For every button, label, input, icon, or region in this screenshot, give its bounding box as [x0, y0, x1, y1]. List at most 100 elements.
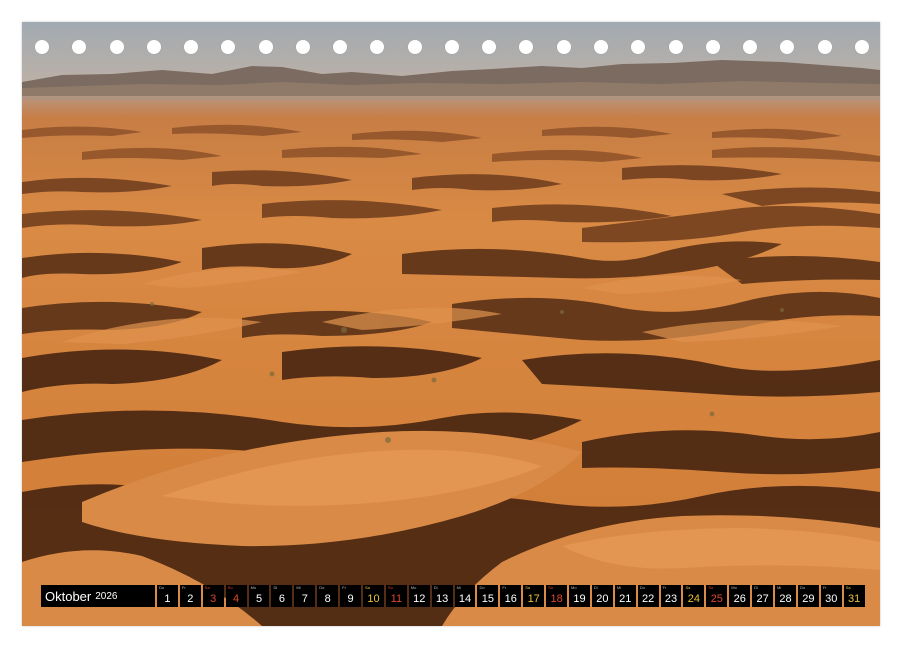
day-cell: Sa 24 [683, 585, 705, 607]
calendar-strip: Oktober 2026 Do 1 Fr 2 Sa 3 So 4 Mo 5 Di 6 Mi 7 Do 8 Fr 9… [41, 585, 865, 607]
day-number: 27 [756, 593, 769, 605]
day-number: 24 [687, 593, 701, 605]
binding-hole [406, 39, 423, 55]
month-name: Oktober [45, 588, 92, 604]
binding-hole [443, 39, 460, 55]
day-of-week: Sa [525, 585, 531, 590]
day-of-week: So [387, 585, 393, 590]
day-cell: Mo 5 [248, 585, 270, 607]
day-number: 11 [390, 593, 403, 605]
day-number: 26 [733, 593, 746, 605]
day-cell: Fr 9 [340, 585, 362, 607]
day-of-week: Mi [777, 585, 782, 590]
day-cell: Do 1 [157, 585, 178, 607]
day-number: 6 [278, 593, 285, 605]
binding-hole [853, 39, 870, 55]
day-cell: Sa 3 [202, 585, 224, 607]
day-cell: Fr 2 [179, 585, 201, 607]
day-number: 22 [642, 593, 655, 605]
day-of-week: Fr [822, 585, 827, 590]
day-number: 18 [550, 593, 563, 605]
day-of-week: Fr [342, 585, 346, 590]
binding-hole [332, 39, 349, 55]
day-cell: Fr 23 [660, 585, 682, 607]
binding-hole [630, 39, 647, 55]
binding-hole [816, 39, 833, 55]
day-of-week: Di [273, 585, 278, 590]
day-number: 29 [802, 593, 815, 605]
day-number: 20 [596, 593, 609, 605]
day-cell: Mi 28 [775, 585, 796, 607]
binding-hole [667, 39, 684, 55]
day-of-week: Mo [571, 585, 577, 590]
day-number: 30 [825, 593, 838, 605]
day-cell: Di 6 [271, 585, 293, 607]
day-cell: So 18 [546, 585, 568, 607]
day-number: 12 [413, 593, 426, 605]
binding-hole [555, 39, 572, 55]
day-cell: Mi 7 [294, 585, 316, 607]
day-of-week: Fr [502, 585, 507, 590]
day-cells: Do 1 Fr 2 Sa 3 So 4 Mo 5 Di 6 Mi 7 Do 8 Fr 9 Sa 10 So 11 Mo 12 D… [157, 585, 865, 607]
day-number: 23 [664, 593, 678, 605]
day-of-week: Sa [845, 585, 851, 590]
binding-hole [257, 39, 274, 55]
day-of-week: Sa [685, 585, 691, 590]
binding-hole [481, 39, 498, 55]
month-year: 2026 [95, 590, 118, 602]
day-of-week: Fr [662, 585, 667, 590]
binding-hole [294, 39, 311, 55]
binding-hole [779, 39, 796, 55]
day-number: 21 [619, 593, 632, 605]
day-cell: Mo 19 [569, 585, 590, 607]
day-cell: Sa 31 [843, 585, 865, 607]
binding-hole [34, 39, 50, 55]
day-of-week: Fr [181, 585, 186, 590]
binding-hole [742, 39, 759, 55]
day-cell: Do 15 [477, 585, 499, 607]
day-number: 2 [187, 593, 194, 605]
day-number: 10 [367, 593, 380, 605]
day-of-week: Do [799, 585, 806, 590]
day-of-week: Di [593, 585, 598, 590]
day-of-week: Sa [365, 585, 370, 590]
day-cell: So 25 [706, 585, 728, 607]
binding-hole [369, 39, 386, 55]
day-cell: Do 8 [317, 585, 339, 607]
day-of-week: Mo [731, 585, 737, 590]
day-cell: Mo 26 [729, 585, 751, 607]
day-number: 13 [436, 593, 449, 605]
day-cell: Di 20 [591, 585, 613, 607]
month-label: Oktober 2026 [41, 585, 155, 607]
day-cell: Sa 17 [523, 585, 545, 607]
binding-hole [71, 39, 88, 55]
binding-holes [34, 39, 870, 57]
day-number: 15 [481, 593, 495, 605]
day-number: 28 [779, 593, 792, 605]
binding-hole [518, 39, 535, 55]
binding-hole [183, 39, 200, 55]
day-cell: So 11 [385, 585, 407, 607]
day-of-week: Do [639, 585, 645, 590]
day-of-week: Di [433, 585, 438, 590]
day-number: 8 [324, 593, 331, 605]
day-of-week: Mo [250, 585, 257, 590]
day-cell: Mi 14 [454, 585, 476, 607]
day-cell: Mo 12 [408, 585, 430, 607]
day-number: 31 [848, 593, 861, 605]
day-of-week: Mo [410, 585, 417, 590]
day-of-week: Mi [616, 585, 622, 590]
day-of-week: Do [159, 585, 165, 590]
binding-hole [220, 39, 237, 55]
day-number: 14 [458, 593, 472, 605]
day-of-week: So [227, 585, 233, 590]
day-of-week: Di [754, 585, 758, 590]
day-number: 19 [573, 593, 586, 605]
day-cell: So 4 [225, 585, 247, 607]
day-of-week: Do [479, 585, 485, 590]
day-cell: Fr 30 [820, 585, 842, 607]
day-number: 9 [347, 593, 354, 605]
day-number: 17 [527, 593, 540, 605]
day-cell: Do 22 [637, 585, 659, 607]
day-cell: Fr 16 [500, 585, 522, 607]
